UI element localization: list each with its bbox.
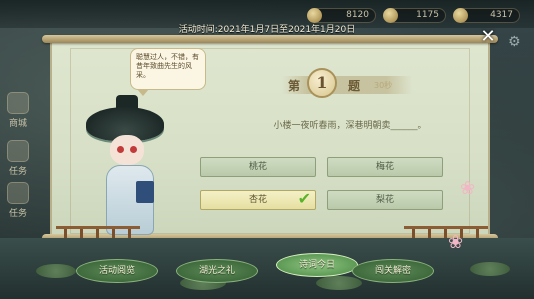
checkmark-icon: ✔ bbox=[297, 189, 311, 208]
book-icon bbox=[136, 181, 154, 203]
question-suffix: 题 bbox=[348, 79, 361, 93]
lotus-flower-icon: ❀ bbox=[460, 178, 476, 199]
question-header: 第 1 题 30秒 bbox=[282, 68, 412, 98]
question-timer: 30秒 bbox=[374, 81, 393, 90]
lily-pad bbox=[316, 276, 362, 290]
tab-lake-gift[interactable]: 湖光之礼 bbox=[176, 259, 258, 283]
shop-icon bbox=[7, 92, 29, 114]
coin-icon bbox=[307, 8, 322, 23]
gear-icon[interactable]: ⚙ bbox=[508, 34, 524, 50]
tab-activity-overview[interactable]: 活动阅览 bbox=[76, 259, 158, 283]
question-text: 小楼一夜听春雨，深巷明朝卖______。 bbox=[273, 121, 427, 131]
resource-counter-3: 4317 bbox=[453, 8, 520, 23]
answer-option-d[interactable]: 梨花 bbox=[327, 190, 443, 210]
lily-pad bbox=[470, 262, 510, 276]
tab-poetry-today[interactable]: 诗词今日 bbox=[276, 253, 358, 277]
task-icon bbox=[7, 140, 29, 162]
gem-icon bbox=[383, 8, 398, 23]
event-time: 活动时间:2021年1月7日至2021年1月20日 bbox=[178, 25, 356, 35]
tab-puzzle-challenge[interactable]: 闯关解密 bbox=[352, 259, 434, 283]
scroll-rod-top bbox=[42, 35, 498, 43]
answer-option-label: 梅花 bbox=[375, 162, 394, 172]
question-number: 1 bbox=[307, 68, 337, 98]
resource-counter-1: 8120 bbox=[307, 8, 376, 23]
question-prefix: 第 bbox=[288, 79, 301, 93]
scroll-icon bbox=[7, 182, 29, 204]
scholar-character bbox=[86, 95, 196, 245]
character-eye bbox=[130, 146, 137, 153]
character-face bbox=[110, 135, 144, 165]
answer-option-label: 桃花 bbox=[248, 162, 267, 172]
resource-counter-2: 1175 bbox=[383, 8, 446, 23]
question-header-band bbox=[282, 76, 412, 94]
side-menu-shop[interactable]: 商城 bbox=[4, 92, 32, 129]
answer-option-label: 杏花 bbox=[248, 195, 267, 205]
answer-option-b[interactable]: 梅花 bbox=[327, 157, 443, 177]
jade-icon bbox=[453, 8, 468, 23]
close-button[interactable]: ✕ bbox=[478, 28, 498, 48]
answer-option-c[interactable]: 杏花 ✔ bbox=[200, 190, 316, 210]
lotus-flower-icon: ❀ bbox=[448, 232, 464, 253]
side-menu-task[interactable]: 任务 bbox=[4, 140, 32, 177]
answer-option-a[interactable]: 桃花 bbox=[200, 157, 316, 177]
character-eye bbox=[117, 146, 124, 153]
answer-option-label: 梨花 bbox=[375, 195, 394, 205]
speech-bubble: 聪慧过人，不错，有昔年致曲先生的风采。 bbox=[130, 48, 206, 96]
side-menu-task-2[interactable]: 任务 bbox=[4, 182, 32, 219]
lily-pad bbox=[36, 264, 76, 278]
